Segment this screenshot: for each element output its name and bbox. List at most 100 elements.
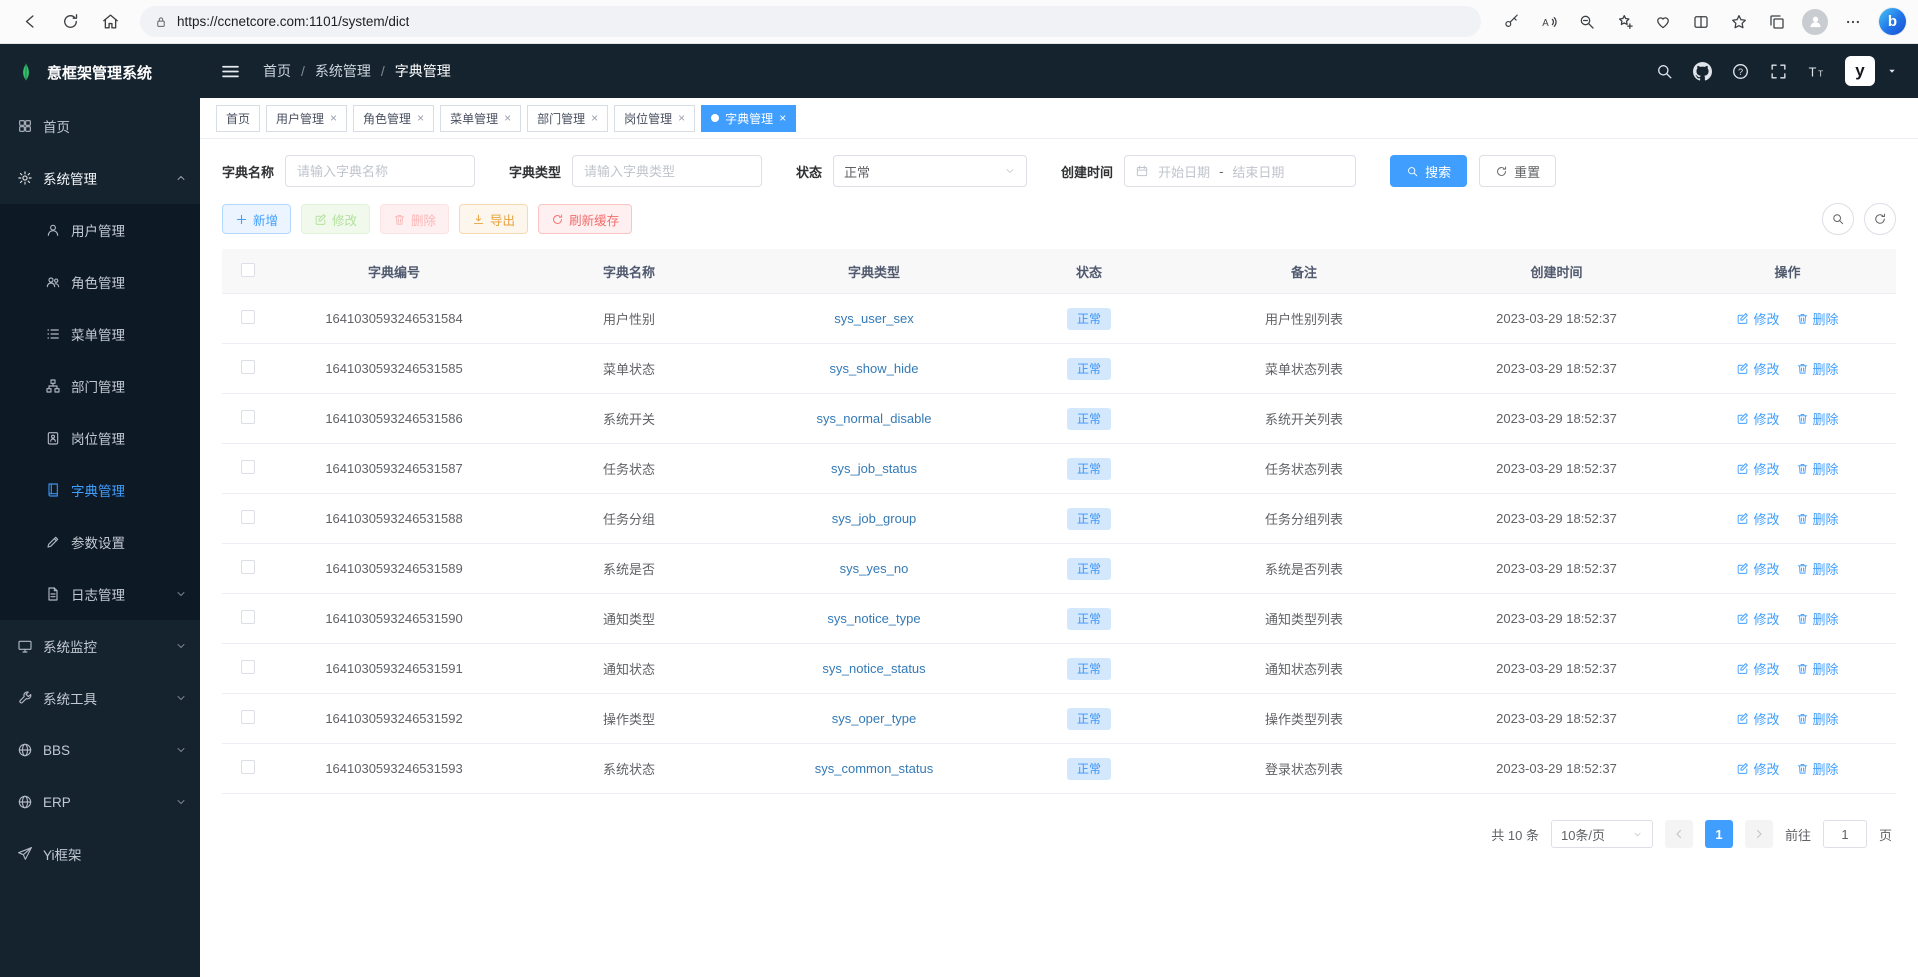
tab-close-icon[interactable]: × — [678, 112, 685, 124]
toggle-search-button[interactable] — [1822, 203, 1854, 235]
dict-type-link[interactable]: sys_normal_disable — [817, 411, 932, 426]
tab-close-icon[interactable]: × — [779, 112, 786, 124]
key-icon[interactable] — [1493, 5, 1529, 39]
row-edit-button[interactable]: 修改 — [1736, 309, 1779, 328]
select-all-checkbox[interactable] — [241, 263, 255, 277]
dict-type-link[interactable]: sys_user_sex — [834, 311, 913, 326]
font-size-icon[interactable] — [1807, 62, 1826, 81]
row-checkbox[interactable] — [241, 360, 255, 374]
sidebar-item-erp[interactable]: ERP — [0, 776, 200, 828]
sidebar-item-system-monitor[interactable]: 系统监控 — [0, 620, 200, 672]
dict-type-link[interactable]: sys_yes_no — [840, 561, 909, 576]
row-delete-button[interactable]: 删除 — [1796, 759, 1839, 778]
row-edit-button[interactable]: 修改 — [1736, 459, 1779, 478]
row-edit-button[interactable]: 修改 — [1736, 509, 1779, 528]
row-delete-button[interactable]: 删除 — [1796, 659, 1839, 678]
tab-home[interactable]: 首页 — [216, 105, 260, 132]
row-delete-button[interactable]: 删除 — [1796, 309, 1839, 328]
browser-menu-icon[interactable] — [1835, 5, 1871, 39]
dict-type-link[interactable]: sys_show_hide — [830, 361, 919, 376]
tab-post-management[interactable]: 岗位管理× — [614, 105, 695, 132]
header-search-icon[interactable] — [1655, 62, 1674, 81]
sidebar-item-menu-management[interactable]: 菜单管理 — [0, 308, 200, 360]
date-range-picker[interactable]: 开始日期 - 结束日期 — [1124, 155, 1356, 187]
sidebar-item-yi-framework[interactable]: Yi框架 — [0, 828, 200, 880]
row-checkbox[interactable] — [241, 760, 255, 774]
browser-profile-avatar[interactable] — [1802, 9, 1828, 35]
breadcrumb-home[interactable]: 首页 — [263, 61, 291, 81]
row-edit-button[interactable]: 修改 — [1736, 409, 1779, 428]
dict-type-link[interactable]: sys_job_group — [832, 511, 917, 526]
dict-type-link[interactable]: sys_common_status — [815, 761, 934, 776]
row-checkbox[interactable] — [241, 310, 255, 324]
browser-refresh-button[interactable] — [52, 5, 88, 39]
sidebar-item-role-management[interactable]: 角色管理 — [0, 256, 200, 308]
github-icon[interactable] — [1693, 62, 1712, 81]
search-button[interactable]: 搜索 — [1390, 155, 1467, 187]
dict-type-link[interactable]: sys_oper_type — [832, 711, 917, 726]
sidebar-item-dept-management[interactable]: 部门管理 — [0, 360, 200, 412]
add-button[interactable]: 新增 — [222, 204, 291, 234]
tab-role-management[interactable]: 角色管理× — [353, 105, 434, 132]
row-edit-button[interactable]: 修改 — [1736, 709, 1779, 728]
sidebar-item-system-tools[interactable]: 系统工具 — [0, 672, 200, 724]
tab-dict-management[interactable]: 字典管理× — [701, 105, 796, 132]
sidebar-item-home[interactable]: 首页 — [0, 100, 200, 152]
help-icon[interactable] — [1731, 62, 1750, 81]
favorites-add-icon[interactable] — [1607, 5, 1643, 39]
sidebar-item-user-management[interactable]: 用户管理 — [0, 204, 200, 256]
dict-name-input[interactable] — [285, 155, 475, 187]
row-delete-button[interactable]: 删除 — [1796, 559, 1839, 578]
address-bar[interactable]: https://ccnetcore.com:1101/system/dict — [140, 6, 1481, 37]
sidebar-item-param-settings[interactable]: 参数设置 — [0, 516, 200, 568]
dict-type-link[interactable]: sys_notice_status — [822, 661, 925, 676]
edit-button[interactable]: 修改 — [301, 204, 370, 234]
refresh-table-button[interactable] — [1864, 203, 1896, 235]
dict-type-input[interactable] — [572, 155, 762, 187]
page-size-select[interactable]: 10条/页 — [1551, 820, 1653, 848]
dict-type-link[interactable]: sys_job_status — [831, 461, 917, 476]
export-button[interactable]: 导出 — [459, 204, 528, 234]
favorites-icon[interactable] — [1721, 5, 1757, 39]
row-checkbox[interactable] — [241, 510, 255, 524]
row-delete-button[interactable]: 删除 — [1796, 459, 1839, 478]
sidebar-item-dict-management[interactable]: 字典管理 — [0, 464, 200, 516]
goto-page-input[interactable] — [1823, 820, 1867, 848]
read-aloud-icon[interactable] — [1531, 5, 1567, 39]
next-page-button[interactable] — [1745, 820, 1773, 848]
dict-type-link[interactable]: sys_notice_type — [827, 611, 920, 626]
tab-close-icon[interactable]: × — [591, 112, 598, 124]
tab-user-management[interactable]: 用户管理× — [266, 105, 347, 132]
browser-back-button[interactable] — [12, 5, 48, 39]
row-checkbox[interactable] — [241, 660, 255, 674]
breadcrumb-system[interactable]: 系统管理 — [315, 61, 371, 81]
bing-chat-button[interactable]: b — [1879, 8, 1906, 35]
browser-home-button[interactable] — [92, 5, 128, 39]
row-checkbox[interactable] — [241, 410, 255, 424]
sidebar-item-post-management[interactable]: 岗位管理 — [0, 412, 200, 464]
row-delete-button[interactable]: 删除 — [1796, 609, 1839, 628]
row-edit-button[interactable]: 修改 — [1736, 609, 1779, 628]
row-delete-button[interactable]: 删除 — [1796, 409, 1839, 428]
row-edit-button[interactable]: 修改 — [1736, 659, 1779, 678]
tab-close-icon[interactable]: × — [417, 112, 424, 124]
sidebar-item-log-management[interactable]: 日志管理 — [0, 568, 200, 620]
tab-menu-management[interactable]: 菜单管理× — [440, 105, 521, 132]
tab-close-icon[interactable]: × — [330, 112, 337, 124]
prev-page-button[interactable] — [1665, 820, 1693, 848]
refresh-cache-button[interactable]: 刷新缓存 — [538, 204, 632, 234]
tab-close-icon[interactable]: × — [504, 112, 511, 124]
sidebar-item-bbs[interactable]: BBS — [0, 724, 200, 776]
browser-essentials-icon[interactable] — [1645, 5, 1681, 39]
zoom-out-icon[interactable] — [1569, 5, 1605, 39]
delete-button[interactable]: 删除 — [380, 204, 449, 234]
tab-dept-management[interactable]: 部门管理× — [527, 105, 608, 132]
row-checkbox[interactable] — [241, 460, 255, 474]
user-dropdown-caret-icon[interactable] — [1886, 65, 1898, 77]
row-checkbox[interactable] — [241, 610, 255, 624]
row-delete-button[interactable]: 删除 — [1796, 709, 1839, 728]
row-edit-button[interactable]: 修改 — [1736, 759, 1779, 778]
row-edit-button[interactable]: 修改 — [1736, 559, 1779, 578]
status-select[interactable]: 正常 — [833, 155, 1027, 187]
fullscreen-icon[interactable] — [1769, 62, 1788, 81]
